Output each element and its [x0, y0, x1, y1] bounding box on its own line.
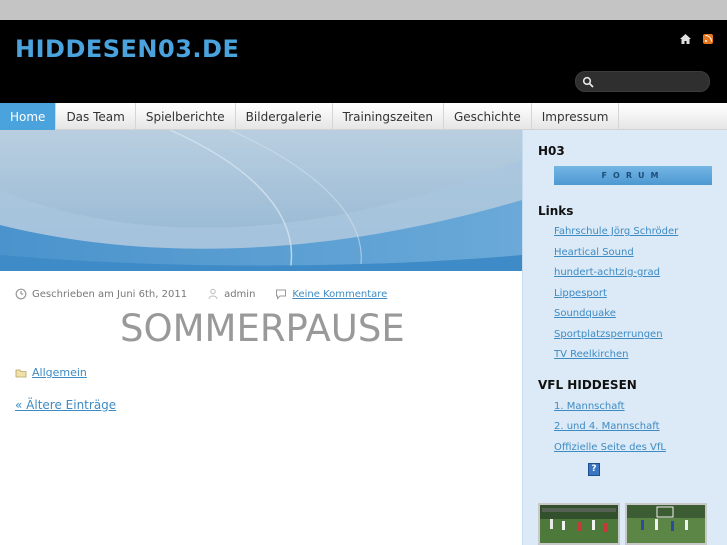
sidebar-link-soundquake[interactable]: Soundquake: [554, 308, 616, 319]
sidebar-link-offizielle-seite[interactable]: Offizielle Seite des VfL: [554, 442, 666, 453]
sidebar-link-2-und-4-mannschaft[interactable]: 2. und 4. Mannschaft: [554, 421, 660, 432]
folder-icon: [15, 369, 27, 377]
clock-icon: [15, 288, 27, 300]
older-entries-link[interactable]: « Ältere Einträge: [15, 398, 116, 412]
post-author: admin: [224, 288, 256, 300]
football-photo-1: [540, 505, 618, 543]
main-nav: Home Das Team Spielberichte Bildergaleri…: [0, 103, 727, 130]
sidebar-link-1-mannschaft[interactable]: 1. Mannschaft: [554, 401, 625, 412]
comments-link[interactable]: Keine Kommentare: [292, 289, 387, 300]
search-icon[interactable]: [582, 76, 594, 88]
nav-item-home[interactable]: Home: [0, 103, 57, 130]
author-icon: [208, 288, 218, 300]
sidebar-heading-links: Links: [538, 204, 574, 218]
post-date: Geschrieben am Juni 6th, 2011: [32, 288, 188, 300]
site-title[interactable]: HIDDESEN03.DE: [15, 35, 239, 63]
post-category: Allgemein: [15, 366, 87, 379]
nav-item-spielberichte[interactable]: Spielberichte: [136, 103, 236, 130]
nav-item-trainingszeiten[interactable]: Trainingszeiten: [333, 103, 444, 130]
gallery-thumbnail-2[interactable]: [625, 503, 707, 545]
help-icon[interactable]: ?: [588, 463, 600, 476]
nav-item-geschichte[interactable]: Geschichte: [444, 103, 532, 130]
sidebar: H03 FORUM Links Fahrschule Jörg Schröder…: [522, 130, 727, 545]
search-input[interactable]: [598, 74, 704, 89]
forum-banner[interactable]: FORUM: [554, 166, 712, 185]
football-photo-2: [627, 505, 705, 543]
sidebar-heading-vfl: VFL HIDDESEN: [538, 378, 637, 392]
header-banner: [0, 130, 522, 271]
post-title[interactable]: SOMMERPAUSE: [120, 307, 405, 350]
sidebar-link-lippesport[interactable]: Lippesport: [554, 288, 607, 299]
search-box[interactable]: [575, 71, 710, 92]
comment-icon: [276, 289, 287, 300]
nav-item-bildergalerie[interactable]: Bildergalerie: [236, 103, 333, 130]
category-link[interactable]: Allgemein: [32, 366, 87, 379]
nav-item-impressum[interactable]: Impressum: [532, 103, 620, 130]
sidebar-link-fahrschule[interactable]: Fahrschule Jörg Schröder: [554, 226, 678, 237]
top-strip: [0, 0, 727, 20]
gallery-thumbnail-1[interactable]: [538, 503, 620, 545]
post-meta: Geschrieben am Juni 6th, 2011 admin Kein…: [15, 288, 387, 300]
sidebar-heading-h03: H03: [538, 144, 565, 158]
site-header: HIDDESEN03.DE: [0, 20, 727, 103]
nav-item-das-team[interactable]: Das Team: [56, 103, 136, 130]
home-icon[interactable]: [680, 34, 691, 44]
sidebar-link-tv-reelkirchen[interactable]: TV Reelkirchen: [554, 349, 629, 360]
rss-icon[interactable]: [703, 34, 713, 44]
sidebar-link-sportplatzsperrungen[interactable]: Sportplatzsperrungen: [554, 329, 663, 340]
sidebar-link-heartical-sound[interactable]: Heartical Sound: [554, 247, 634, 258]
header-icons: [680, 34, 713, 44]
sidebar-link-hundert-achtzig-grad[interactable]: hundert-achtzig-grad: [554, 267, 660, 278]
banner-graphic: [0, 130, 522, 271]
